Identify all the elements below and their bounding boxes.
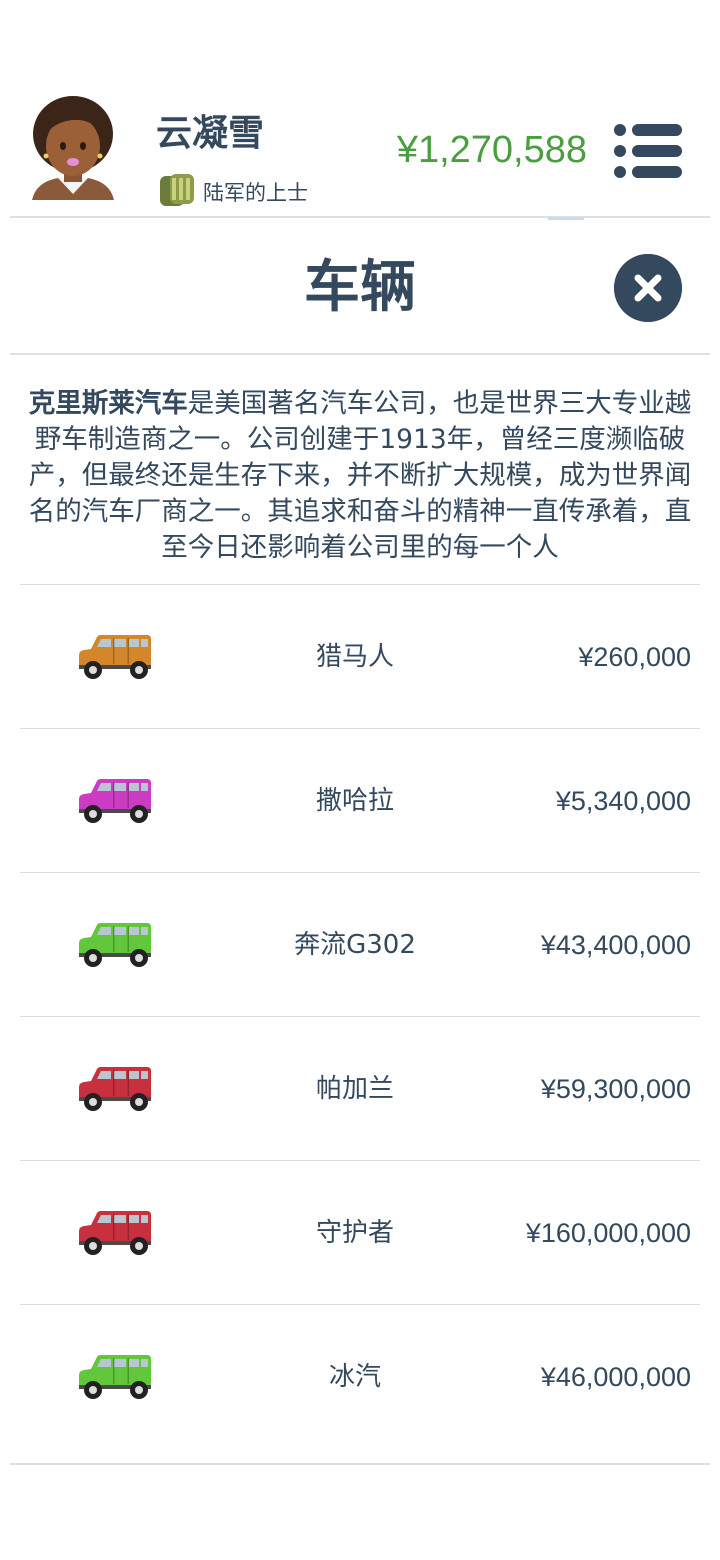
menu-icon[interactable]: [612, 120, 684, 182]
vehicle-price: ¥46,000,000: [540, 1362, 691, 1392]
title-divider: [10, 353, 710, 355]
suv-icon: [79, 779, 151, 823]
vehicle-name: 帕加兰: [315, 1074, 394, 1104]
vehicle-price: ¥59,300,000: [540, 1074, 691, 1104]
username: 云凝雪: [156, 113, 265, 154]
tab-indicator: [548, 217, 584, 220]
rank-badge-icon: [160, 174, 194, 206]
vehicle-row[interactable]: 守护者 ¥160,000,000: [20, 1160, 700, 1304]
vehicle-list: 猎马人 ¥260,000 撒哈拉 ¥5,340,000 奔流G302 ¥43,4…: [20, 584, 700, 1448]
vehicle-name: 守护者: [315, 1218, 394, 1248]
vehicle-row[interactable]: 撒哈拉 ¥5,340,000: [20, 728, 700, 872]
header-divider: [10, 216, 710, 218]
vehicle-name: 猎马人: [315, 642, 394, 672]
vehicle-row[interactable]: 帕加兰 ¥59,300,000: [20, 1016, 700, 1160]
vehicle-name: 奔流G302: [294, 930, 416, 960]
close-icon[interactable]: [614, 254, 682, 322]
header: 云凝雪 陆军的上士 ¥1,270,588: [0, 0, 720, 218]
brand-name: 克里斯莱汽车: [28, 388, 188, 419]
vehicle-price: ¥43,400,000: [540, 930, 691, 960]
rank-label: 陆军的上士: [203, 181, 308, 205]
suv-icon: [79, 1067, 151, 1111]
suv-icon: [79, 1211, 151, 1255]
vehicle-price: ¥160,000,000: [525, 1218, 691, 1248]
suv-icon: [79, 923, 151, 967]
brand-description: 克里斯莱汽车是美国著名汽车公司，也是世界三大专业越野车制造商之一。公司创建于19…: [26, 386, 694, 566]
vehicle-name: 撒哈拉: [315, 786, 394, 816]
avatar-icon[interactable]: [28, 94, 118, 202]
list-bottom-divider: [10, 1463, 710, 1465]
vehicle-price: ¥5,340,000: [555, 786, 691, 816]
vehicle-row[interactable]: 冰汽 ¥46,000,000: [20, 1304, 700, 1448]
suv-icon: [79, 1355, 151, 1399]
vehicle-row[interactable]: 奔流G302 ¥43,400,000: [20, 872, 700, 1016]
vehicle-name: 冰汽: [328, 1362, 381, 1392]
money-balance: ¥1,270,588: [396, 129, 587, 171]
suv-icon: [79, 635, 151, 679]
vehicle-price: ¥260,000: [578, 642, 691, 672]
vehicle-row[interactable]: 猎马人 ¥260,000: [20, 584, 700, 728]
page-title: 车辆: [304, 255, 416, 320]
